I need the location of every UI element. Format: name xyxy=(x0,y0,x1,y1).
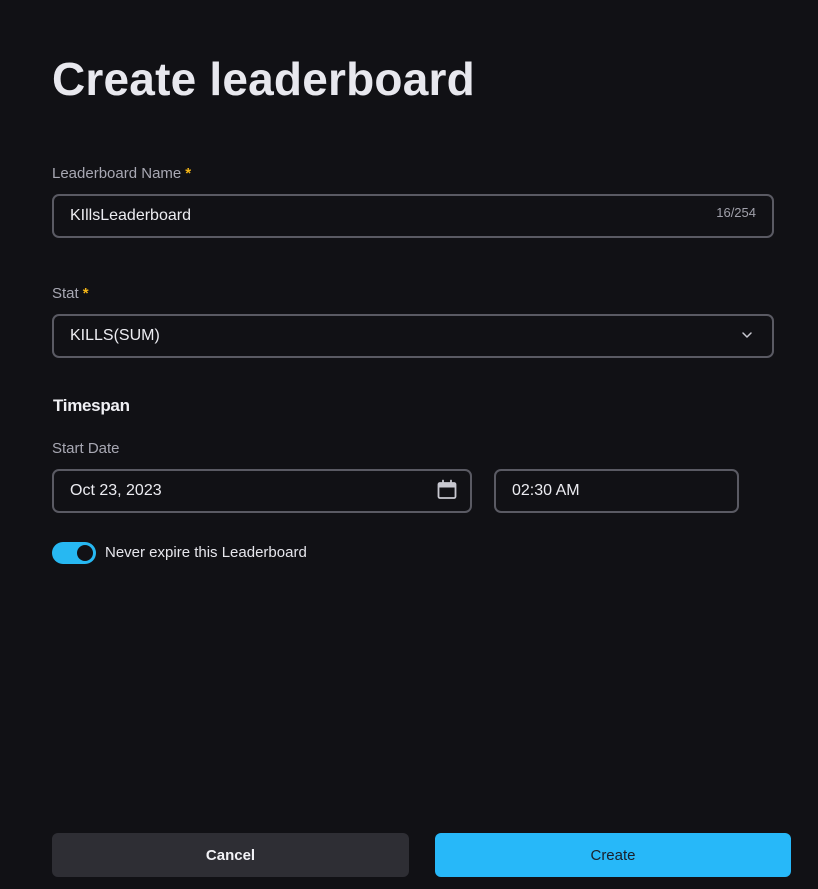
stat-select[interactable]: KILLS(SUM) xyxy=(52,314,774,358)
leaderboard-name-label: Leaderboard Name * xyxy=(52,165,191,183)
create-button[interactable]: Create xyxy=(435,833,791,877)
required-marker: * xyxy=(185,165,192,182)
required-marker: * xyxy=(82,285,89,302)
character-counter: 16/254 xyxy=(716,205,756,220)
stat-label: Stat * xyxy=(52,285,89,303)
cancel-button[interactable]: Cancel xyxy=(52,833,409,877)
leaderboard-name-input[interactable]: KIllsLeaderboard 16/254 xyxy=(52,194,774,238)
leaderboard-name-label-text: Leaderboard Name xyxy=(52,165,182,182)
start-date-value: Oct 23, 2023 xyxy=(70,482,162,499)
toggle-knob xyxy=(77,545,93,561)
calendar-icon[interactable] xyxy=(436,479,458,501)
start-time-value: 02:30 AM xyxy=(512,482,580,499)
never-expire-label: Never expire this Leaderboard xyxy=(105,544,307,561)
page-title: Create leaderboard xyxy=(52,53,475,105)
leaderboard-name-value: KIllsLeaderboard xyxy=(70,207,191,224)
start-date-label: Start Date xyxy=(52,440,120,457)
timespan-section-title: Timespan xyxy=(53,396,130,415)
chevron-down-icon xyxy=(742,332,752,338)
never-expire-toggle[interactable] xyxy=(52,542,96,564)
stat-selected-value: KILLS(SUM) xyxy=(70,327,160,344)
start-time-input[interactable]: 02:30 AM xyxy=(494,469,739,513)
start-date-input[interactable]: Oct 23, 2023 xyxy=(52,469,472,513)
stat-label-text: Stat xyxy=(52,285,79,302)
